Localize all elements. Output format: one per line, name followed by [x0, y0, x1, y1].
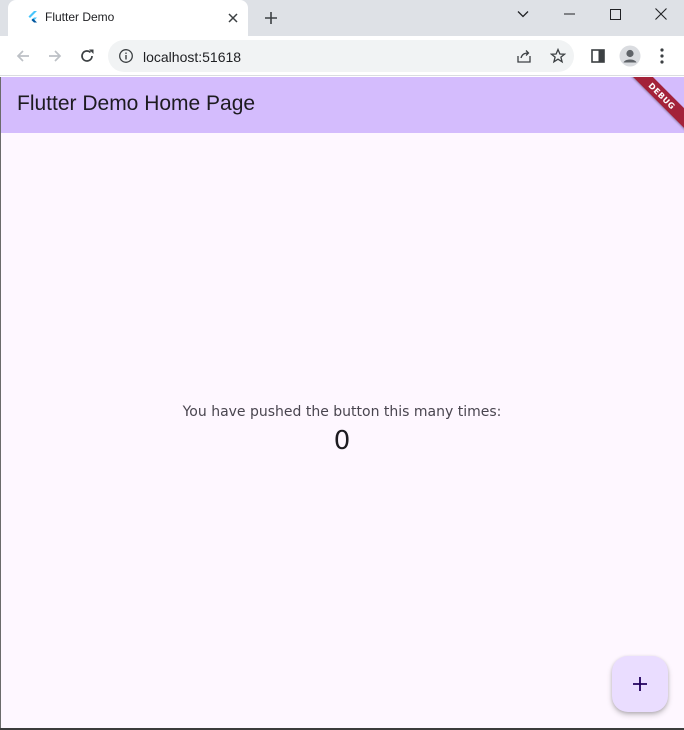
url-text[interactable]: localhost:51618 [143, 49, 241, 65]
window-left-edge [0, 77, 1, 730]
counter-label: You have pushed the button this many tim… [182, 404, 502, 420]
back-button[interactable] [11, 44, 35, 68]
chevron-down-icon[interactable] [500, 0, 546, 28]
maximize-icon[interactable] [592, 0, 638, 28]
browser-tab[interactable]: Flutter Demo [8, 0, 248, 36]
info-icon[interactable] [118, 48, 134, 64]
reload-icon [81, 49, 94, 62]
side-panel-icon[interactable] [586, 44, 610, 68]
star-icon[interactable] [548, 46, 568, 66]
app-bar: Flutter Demo Home Page [0, 77, 684, 133]
arrow-right-icon [49, 50, 62, 62]
profile-icon[interactable] [618, 44, 642, 68]
increment-button[interactable] [612, 656, 668, 712]
plus-icon [265, 12, 277, 24]
forward-button[interactable] [43, 44, 67, 68]
address-bar[interactable]: localhost:51618 [108, 40, 574, 72]
counter-value: 0 [333, 426, 351, 456]
window-close-icon[interactable] [638, 0, 684, 28]
browser-toolbar: localhost:51618 [0, 36, 684, 76]
new-tab-button[interactable] [260, 7, 282, 29]
flutter-logo-icon [25, 10, 41, 26]
reload-button[interactable] [75, 44, 99, 68]
flutter-app: Flutter Demo Home Page DEBUG You have pu… [0, 77, 684, 728]
browser-tab-strip: Flutter Demo [0, 0, 684, 36]
plus-icon [633, 677, 647, 691]
close-icon[interactable] [224, 9, 242, 27]
page-title: Flutter Demo Home Page [17, 92, 256, 115]
minimize-icon[interactable] [546, 0, 592, 28]
arrow-left-icon [16, 50, 29, 62]
more-vert-icon[interactable] [650, 44, 674, 68]
tab-title: Flutter Demo [45, 10, 115, 24]
share-icon[interactable] [514, 46, 534, 66]
